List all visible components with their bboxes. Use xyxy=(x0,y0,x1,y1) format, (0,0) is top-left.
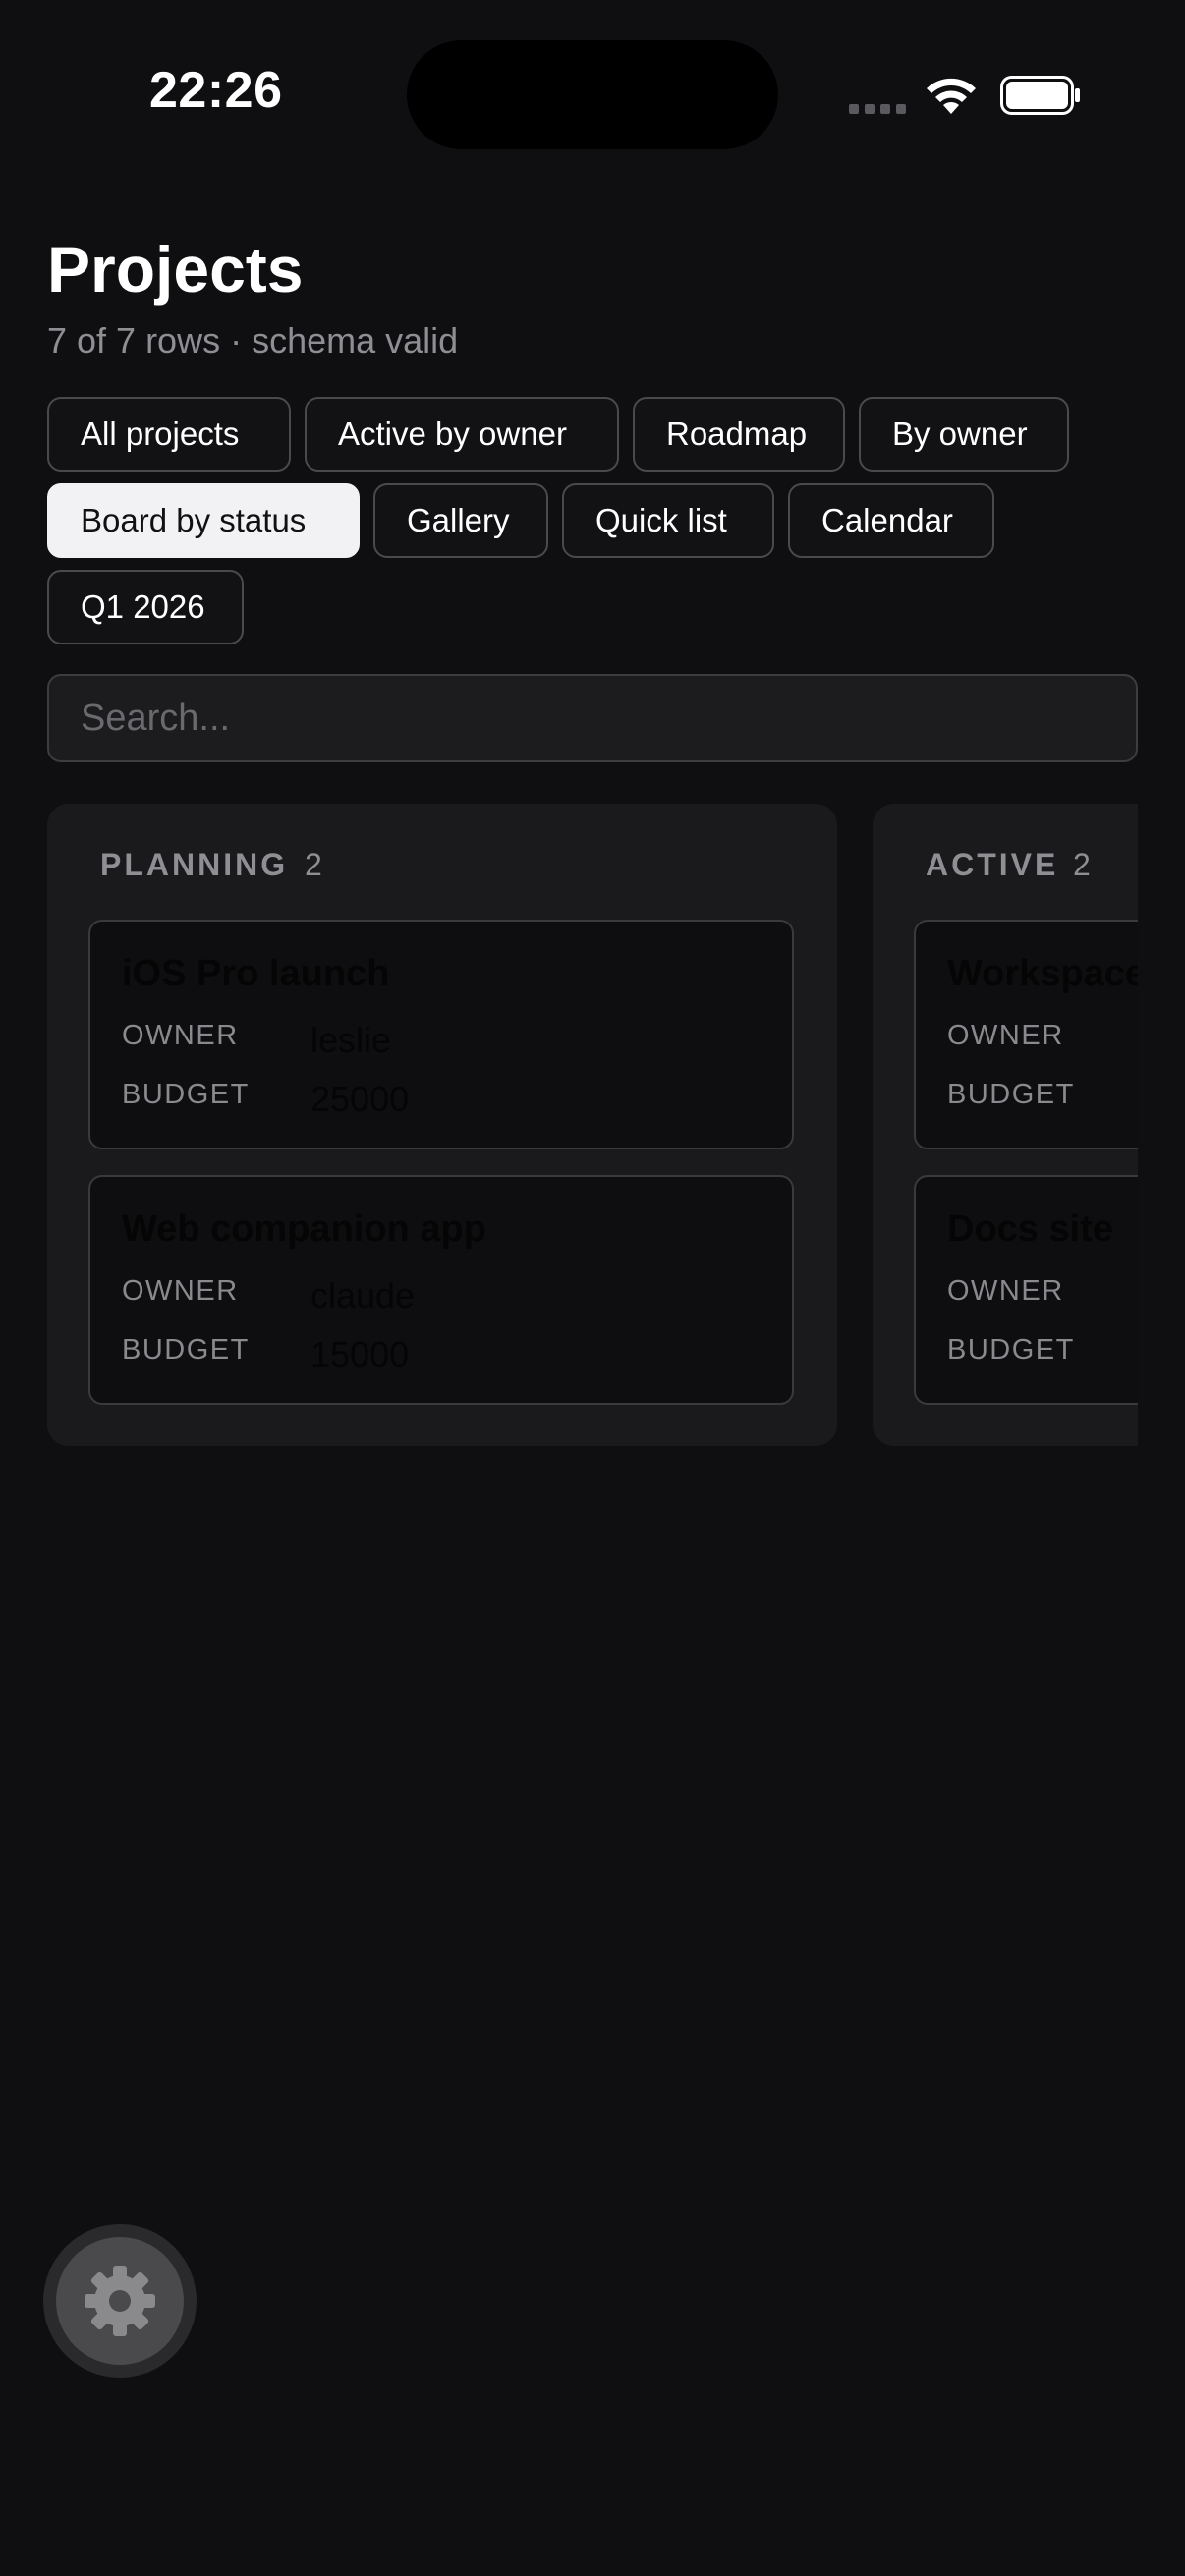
board-column-planning: PLANNING 2 iOS Pro launch OWNER leslie B… xyxy=(47,804,837,1446)
kanban-board[interactable]: PLANNING 2 iOS Pro launch OWNER leslie B… xyxy=(47,804,1138,1446)
view-chip-gallery[interactable]: Gallery xyxy=(373,483,548,558)
owner-label: OWNER xyxy=(122,1275,239,1307)
budget-label: BUDGET xyxy=(122,1079,250,1110)
board-card[interactable]: Docs site OWNER BUDGET xyxy=(914,1175,1138,1405)
board-column-active: ACTIVE 2 Workspace OWNER BUDGET Docs sit… xyxy=(873,804,1138,1446)
column-count: 2 xyxy=(305,847,322,882)
row-count-subtitle: 7 of 7 rows · schema valid xyxy=(47,320,459,361)
card-title: Docs site xyxy=(947,1208,1113,1250)
dynamic-island xyxy=(407,40,778,149)
budget-value: 15000 xyxy=(310,1334,410,1374)
owner-value: leslie xyxy=(310,1020,392,1060)
gear-icon xyxy=(85,2266,155,2336)
view-chip-quick-list[interactable]: Quick list xyxy=(562,483,774,558)
view-chip-by-owner[interactable]: By owner xyxy=(859,397,1069,472)
view-chip-calendar[interactable]: Calendar xyxy=(788,483,994,558)
column-title: ACTIVE xyxy=(926,847,1059,882)
owner-label: OWNER xyxy=(122,1020,239,1051)
status-time: 22:26 xyxy=(149,62,283,119)
wifi-icon xyxy=(927,78,976,114)
view-chip-q1-2026[interactable]: Q1 2026 xyxy=(47,570,244,644)
projects-screen: 22:26 Projects 7 of 7 rows · schema vali… xyxy=(0,0,1185,2576)
column-title: PLANNING xyxy=(100,847,289,882)
board-card[interactable]: Workspace OWNER BUDGET xyxy=(914,920,1138,1149)
view-chip-active-by-owner[interactable]: Active by owner xyxy=(305,397,619,472)
card-title: iOS Pro launch xyxy=(122,953,390,994)
budget-label: BUDGET xyxy=(122,1334,250,1366)
view-chip-board-by-status[interactable]: Board by status xyxy=(47,483,360,558)
budget-label: BUDGET xyxy=(947,1079,1075,1110)
view-chip-all-projects[interactable]: All projects xyxy=(47,397,291,472)
card-title: Workspace xyxy=(947,953,1138,994)
cellular-signal-icon xyxy=(849,104,906,114)
board-card[interactable]: iOS Pro launch OWNER leslie BUDGET 25000 xyxy=(88,920,794,1149)
view-chip-roadmap[interactable]: Roadmap xyxy=(633,397,845,472)
owner-value: claude xyxy=(310,1275,416,1316)
search-input[interactable] xyxy=(47,674,1138,762)
column-count: 2 xyxy=(1073,847,1091,882)
board-card[interactable]: Web companion app OWNER claude BUDGET 15… xyxy=(88,1175,794,1405)
owner-label: OWNER xyxy=(947,1275,1064,1307)
page-title: Projects xyxy=(47,233,304,306)
card-title: Web companion app xyxy=(122,1208,486,1250)
budget-value: 25000 xyxy=(310,1079,410,1119)
battery-icon xyxy=(1000,76,1080,115)
owner-label: OWNER xyxy=(947,1020,1064,1051)
budget-label: BUDGET xyxy=(947,1334,1075,1366)
settings-button[interactable] xyxy=(56,2237,184,2365)
